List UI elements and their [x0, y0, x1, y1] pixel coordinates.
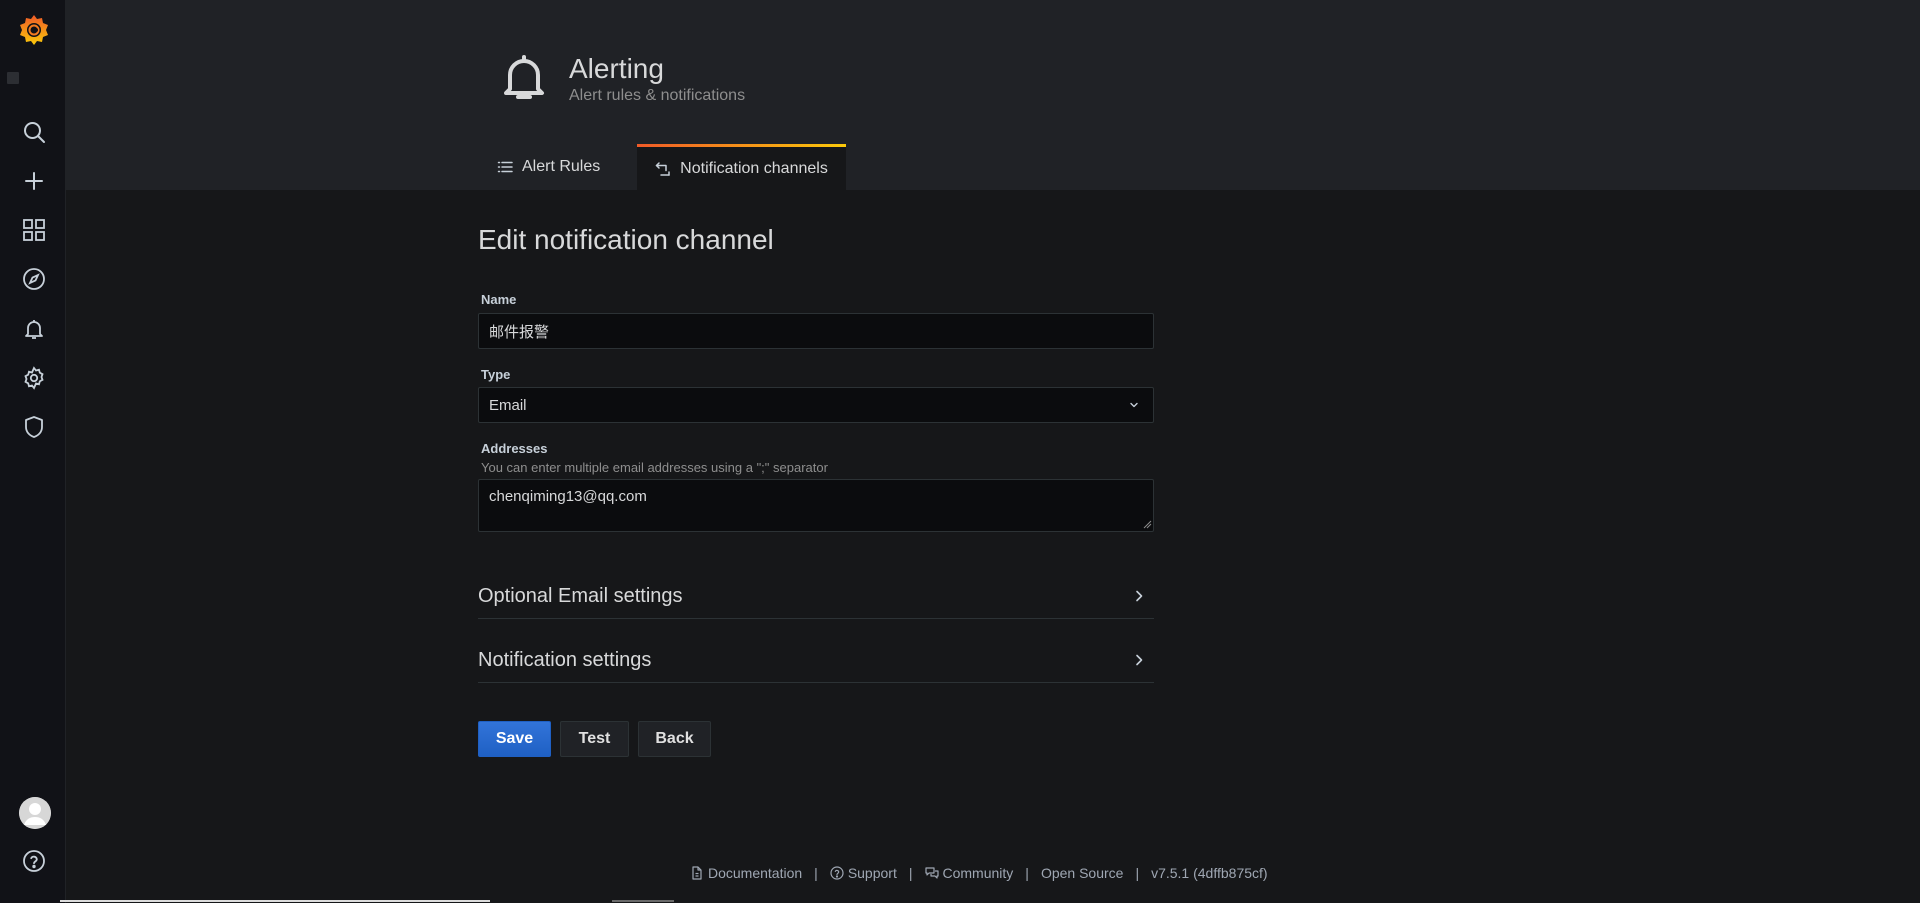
page-subtitle: Alert rules & notifications	[569, 87, 746, 104]
form-title: Edit notification channel	[478, 224, 774, 255]
plus-icon[interactable]	[17, 164, 51, 198]
tab-label: Notification channels	[680, 159, 828, 177]
avatar[interactable]	[19, 797, 51, 829]
bell-icon	[502, 53, 546, 103]
sidebar-toggle-icon[interactable]	[7, 72, 19, 84]
notification-settings-section[interactable]: Notification settings	[478, 638, 1154, 683]
shield-icon[interactable]	[17, 410, 51, 444]
footer-separator: |	[1025, 865, 1029, 881]
tab-notification-channels[interactable]: Notification channels	[637, 144, 846, 190]
sidebar	[0, 0, 66, 903]
chevron-down-icon	[1130, 402, 1138, 408]
list-icon	[497, 161, 513, 173]
community-link-label: Community	[942, 865, 1014, 881]
document-icon	[692, 866, 702, 880]
support-link-label: Support	[847, 865, 897, 881]
grafana-logo-icon[interactable]	[18, 13, 50, 45]
name-input[interactable]	[478, 313, 1154, 349]
comments-icon	[924, 867, 939, 879]
chevron-right-icon	[1136, 590, 1143, 602]
community-link[interactable]: Community	[924, 865, 1014, 881]
test-button[interactable]: Test	[560, 721, 629, 757]
tab-alert-rules[interactable]: Alert Rules	[497, 144, 600, 190]
documentation-link[interactable]: Documentation	[690, 865, 802, 881]
addresses-label: Addresses	[481, 441, 548, 456]
dashboards-icon[interactable]	[17, 213, 51, 247]
version-label: v7.5.1 (4dffb875cf)	[1151, 865, 1268, 881]
documentation-link-label: Documentation	[708, 865, 803, 881]
scrollbar-thumb[interactable]	[612, 900, 674, 902]
page-title: Alerting	[569, 53, 664, 84]
name-label: Name	[481, 292, 517, 307]
channel-icon	[655, 161, 670, 176]
gear-icon[interactable]	[17, 361, 51, 395]
horizontal-scrollbar[interactable]	[60, 900, 490, 902]
addresses-description: You can enter multiple email addresses u…	[481, 460, 828, 475]
section-title: Notification settings	[478, 648, 652, 671]
tab-label: Alert Rules	[522, 158, 601, 175]
footer-separator: |	[1135, 865, 1140, 881]
type-select[interactable]: Email	[478, 387, 1154, 423]
optional-email-settings-section[interactable]: Optional Email settings	[478, 574, 1154, 619]
section-title: Optional Email settings	[478, 584, 683, 607]
help-icon[interactable]	[17, 844, 51, 878]
open-source-link-label: Open Source	[1040, 865, 1124, 881]
footer-separator: |	[814, 865, 818, 881]
addresses-textarea[interactable]: chenqiming13@qq.com	[478, 479, 1154, 532]
save-button[interactable]: Save	[478, 721, 551, 757]
resize-handle-icon[interactable]	[1143, 520, 1152, 529]
footer-separator: |	[908, 865, 913, 881]
type-label: Type	[481, 367, 511, 382]
search-icon[interactable]	[17, 115, 51, 149]
open-source-link[interactable]: Open Source	[1041, 865, 1124, 881]
type-selected-value: Email	[489, 396, 527, 414]
question-circle-icon	[830, 866, 844, 880]
back-button[interactable]: Back	[638, 721, 711, 757]
page-header	[66, 0, 1920, 190]
explore-compass-icon[interactable]	[17, 262, 51, 296]
chevron-right-icon	[1136, 654, 1143, 666]
footer: Documentation | Support | Community | Op…	[690, 865, 1268, 881]
bell-icon[interactable]	[17, 312, 51, 346]
version-link[interactable]: v7.5.1 (4dffb875cf)	[1151, 865, 1267, 881]
support-link[interactable]: Support	[830, 865, 897, 881]
